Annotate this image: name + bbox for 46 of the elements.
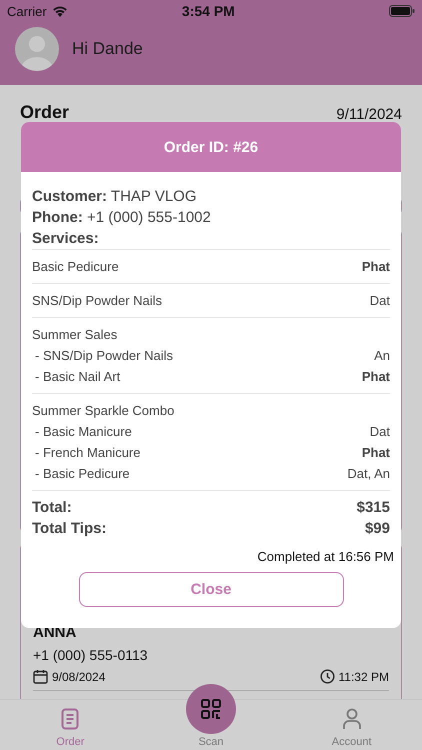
total-value: $99 [364,519,390,539]
avatar-icon [15,27,59,71]
page-date: 9/11/2024 [336,106,402,123]
order-time: 11:32 PM [338,670,389,684]
qr-code-icon [201,699,221,719]
service-group-title: Summer Sales [32,326,118,344]
service-name: SNS/Dip Powder Nails [32,292,162,310]
staff-name: Phat [362,444,390,462]
wifi-icon [52,5,68,17]
carrier-label: Carrier [7,4,47,18]
service-name: - French Manicure [35,444,140,462]
service-name: - Basic Nail Art [35,368,120,386]
services-label: Services: [32,229,100,249]
calendar-icon [33,669,48,684]
scan-button[interactable] [186,684,236,734]
service-name: - SNS/Dip Powder Nails [35,347,173,365]
order-date: 9/08/2024 [52,670,106,684]
scan-tab[interactable]: Scan [140,682,282,750]
customer-info: Customer: THAP VLOG [32,187,198,207]
clock-icon [320,669,335,684]
service-group-title: Summer Sparkle Combo [32,402,176,420]
completed-time: Completed at 16:56 PM [256,549,394,564]
service-name: - Basic Manicure [35,423,132,441]
document-icon [61,708,80,730]
greeting-text: Hi Dande [72,39,143,59]
battery-icon [389,5,415,17]
total-label: Total Tips: [32,519,106,539]
service-name: Basic Pedicure [32,258,119,276]
phone-info: Phone: +1 (000) 555-1002 [32,208,212,228]
staff-name: Dat [370,292,390,310]
staff-name: An [374,347,390,365]
page-title: Order [20,102,70,123]
total-label: Total: [32,498,72,518]
total-value: $315 [356,498,390,518]
close-button[interactable]: Close [78,572,344,607]
dialog-title: Order ID: #26 [164,138,258,156]
staff-name: Phat [362,368,390,386]
customer-phone: +1 (000) 555-0113 [33,647,149,663]
staff-name: Dat, An [347,465,390,483]
status-time: 3:54 PM [180,3,236,19]
person-icon [342,708,362,730]
tab-item[interactable]: Account [281,700,422,750]
tab-item[interactable]: Order [0,700,141,750]
staff-name: Phat [362,258,390,276]
staff-name: Dat [370,423,390,441]
service-name: - Basic Pedicure [35,465,130,483]
